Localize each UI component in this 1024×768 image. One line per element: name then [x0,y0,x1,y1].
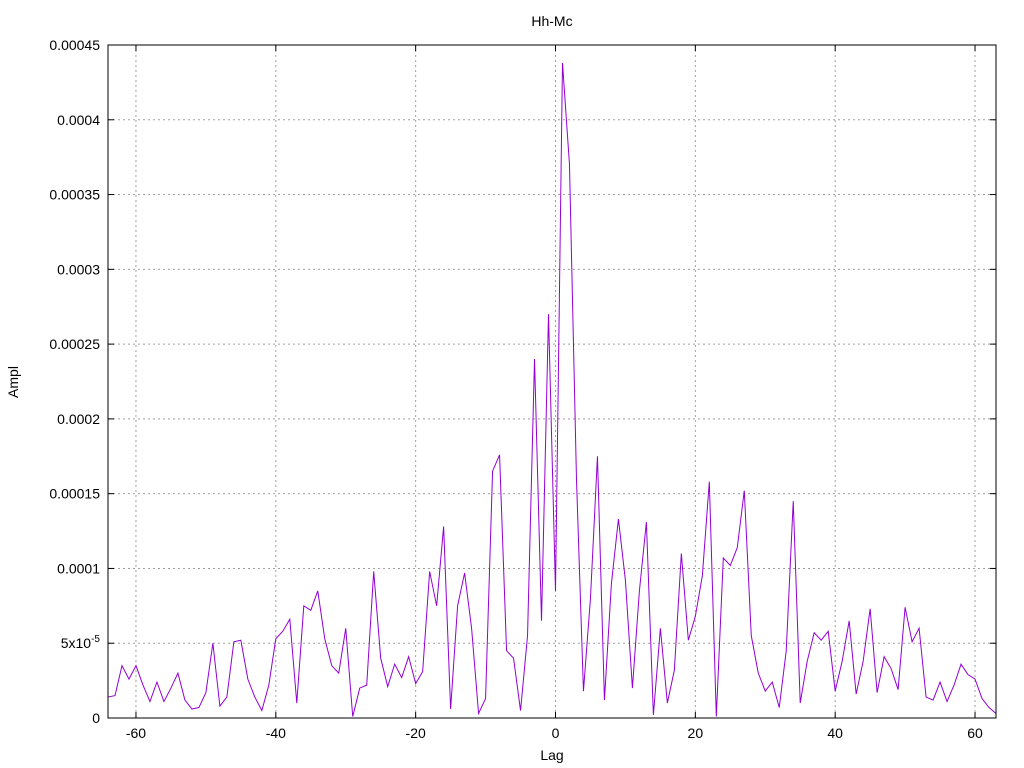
x-tick-label: 40 [827,725,843,741]
x-tick-label: -20 [406,725,426,741]
y-tick-label: 0.0001 [57,560,100,576]
series-line [107,62,997,717]
x-axis-label: Lag [540,747,563,763]
y-tick-label: 5x10-5 [61,634,101,651]
y-tick-label: 0.00015 [49,486,100,502]
x-tick-label: -60 [126,725,146,741]
chart: -60 -40 -20 0 20 40 60 0 5x10-5 0.0001 0.00015 0.00… [5,13,997,763]
y-tick-label: 0.0004 [57,112,100,128]
x-tick-label: -40 [266,725,286,741]
x-tick-label: 20 [688,725,704,741]
y-tick-label: 0.00035 [49,187,100,203]
y-tick-label: 0 [92,710,100,726]
ticks [108,44,996,719]
x-tick-label: 60 [967,725,983,741]
y-tick-label: 0.0002 [57,411,100,427]
plot-frame [107,44,997,719]
grid [108,44,996,718]
series-layer [107,62,997,717]
x-tick-label: 0 [552,725,560,741]
y-tick-label: 0.00025 [49,336,100,352]
y-tick-label: 0.0003 [57,261,100,277]
y-tick-label: 0.00045 [49,37,100,53]
tick-labels: -60 -40 -20 0 20 40 60 0 5x10-5 0.0001 0.00015 0.00… [49,37,983,741]
y-axis-label: Ampl [5,366,21,398]
chart-title: Hh-Mc [531,13,572,29]
